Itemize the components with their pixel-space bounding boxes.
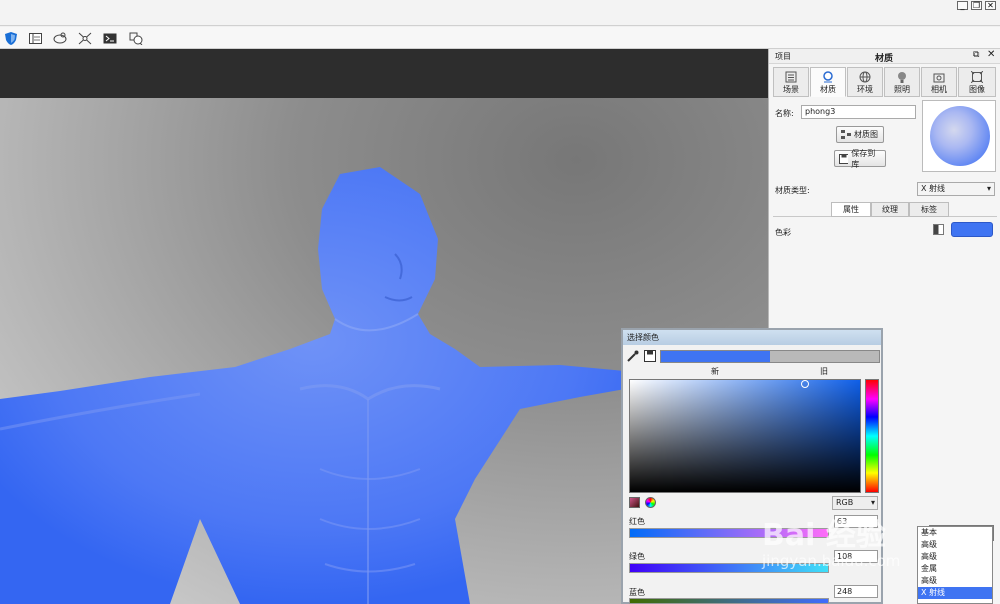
- list-icon: [785, 71, 797, 83]
- graph-icon: [841, 130, 851, 139]
- subtab-labels[interactable]: 标签: [909, 202, 949, 217]
- old-label: 旧: [820, 367, 828, 376]
- bulb-icon: [898, 72, 906, 83]
- preview-sphere: [930, 106, 990, 166]
- new-label: 新: [711, 367, 719, 376]
- material-type-value: X 射线: [921, 184, 946, 193]
- subtab-properties[interactable]: 属性: [831, 202, 871, 217]
- close-button[interactable]: ✕: [985, 1, 996, 10]
- image-frame-icon: [971, 71, 983, 83]
- chevron-down-icon: ▾: [870, 498, 875, 507]
- material-graph-label: 材质图: [854, 130, 878, 139]
- color-label: 色彩: [775, 228, 791, 237]
- blue-slider[interactable]: [629, 598, 829, 604]
- tab-environment[interactable]: 环境: [847, 67, 883, 97]
- picker-title: 选择颜色: [623, 330, 881, 345]
- tab-label: 照明: [894, 85, 910, 94]
- sv-cursor[interactable]: [801, 380, 809, 388]
- project-label[interactable]: 项目: [775, 51, 791, 62]
- window-controls: _ ❐ ✕: [957, 1, 996, 10]
- save-color-icon[interactable]: [644, 350, 656, 362]
- panel-title: 材质: [875, 54, 894, 64]
- material-preview[interactable]: [922, 100, 996, 172]
- tab-image[interactable]: 图像: [958, 67, 996, 97]
- watermark: Bai 经验 jingyan.baidu.com: [762, 518, 901, 571]
- new-color-swatch: [661, 351, 770, 362]
- red-label: 红色: [629, 517, 645, 526]
- color-swatch[interactable]: [951, 222, 993, 237]
- restore-button[interactable]: ❐: [971, 1, 982, 10]
- dropdown-item[interactable]: 金属: [918, 563, 992, 575]
- terminal-icon[interactable]: [102, 30, 118, 46]
- tab-scene[interactable]: 场景: [773, 67, 809, 97]
- watermark-logo-text: Bai 经验: [762, 518, 886, 553]
- material-ball-icon: [823, 71, 833, 83]
- tab-label: 材质: [820, 85, 836, 94]
- tab-label: 相机: [931, 85, 947, 94]
- saturation-value-field[interactable]: [629, 379, 861, 493]
- chevron-down-icon: ▾: [986, 184, 991, 193]
- dropdown-item-selected[interactable]: X 射线: [918, 587, 992, 599]
- tab-lighting[interactable]: 照明: [884, 67, 920, 97]
- tab-label: 环境: [857, 85, 873, 94]
- save-to-library-label: 保存到库: [851, 148, 876, 169]
- color-wheel-icon[interactable]: [645, 497, 656, 508]
- subtab-texture[interactable]: 纹理: [871, 202, 909, 217]
- tab-label: 图像: [969, 85, 985, 94]
- panel-header: 项目 材质 ⧉ ✕: [769, 49, 1000, 64]
- color-mode-select[interactable]: RGB ▾: [832, 496, 878, 510]
- tab-camera[interactable]: 相机: [921, 67, 957, 97]
- save-icon: [839, 153, 849, 164]
- eyedropper-icon[interactable]: [627, 350, 639, 362]
- camera-icon: [933, 73, 945, 83]
- dropdown-item[interactable]: 高级: [918, 575, 992, 587]
- watermark-url: jingyan.baidu.com: [762, 552, 901, 570]
- blue-label: 蓝色: [629, 588, 645, 597]
- shield-icon[interactable]: [3, 30, 19, 46]
- material-type-select[interactable]: X 射线 ▾: [917, 182, 995, 196]
- material-type-dropdown-list: 基本 高级 高级 金属 高级 X 射线: [917, 526, 993, 604]
- toolbar: [0, 27, 1000, 49]
- material-graph-button[interactable]: 材质图: [836, 126, 884, 143]
- tab-label: 场景: [783, 85, 799, 94]
- close-panel-icon[interactable]: ✕: [987, 49, 995, 60]
- dropdown-item[interactable]: 高级: [918, 539, 992, 551]
- dropdown-item[interactable]: 基本: [918, 527, 992, 539]
- name-label: 名称:: [775, 109, 794, 118]
- hue-slider[interactable]: [865, 379, 879, 493]
- material-name-field[interactable]: phong3: [801, 105, 916, 119]
- minimize-button[interactable]: _: [957, 1, 968, 10]
- gradient-mode-icon[interactable]: [629, 497, 640, 508]
- orbit-icon[interactable]: [52, 30, 68, 46]
- globe-icon: [859, 71, 871, 83]
- color-mode-value: RGB: [836, 498, 854, 507]
- color-compare-bar: [660, 350, 880, 363]
- title-bar: _ ❐ ✕: [0, 0, 1000, 26]
- texture-map-icon[interactable]: [933, 224, 944, 235]
- transform-icon[interactable]: [77, 30, 93, 46]
- tab-material[interactable]: 材质: [810, 67, 846, 97]
- green-label: 绿色: [629, 552, 645, 561]
- save-to-library-button[interactable]: 保存到库: [834, 148, 886, 169]
- render-icon[interactable]: [128, 30, 144, 46]
- undock-icon[interactable]: ⧉: [973, 50, 979, 60]
- material-type-label: 材质类型:: [775, 186, 810, 195]
- blue-value-field[interactable]: 248: [834, 585, 878, 598]
- layout-icon[interactable]: [27, 30, 43, 46]
- dropdown-item[interactable]: 高级: [918, 551, 992, 563]
